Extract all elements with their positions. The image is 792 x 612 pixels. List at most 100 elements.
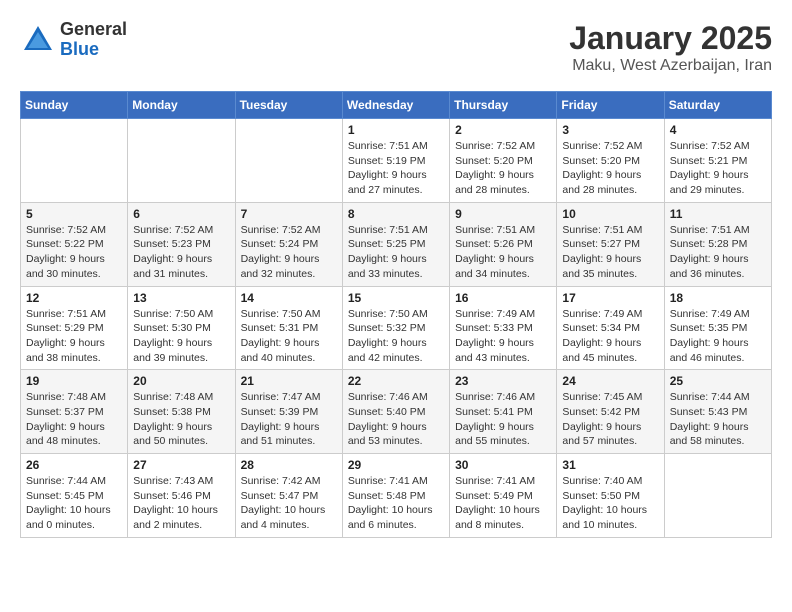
calendar-cell	[128, 119, 235, 203]
day-detail: Sunrise: 7:42 AM Sunset: 5:47 PM Dayligh…	[241, 474, 337, 533]
day-detail: Sunrise: 7:47 AM Sunset: 5:39 PM Dayligh…	[241, 390, 337, 449]
calendar-cell: 13 Sunrise: 7:50 AM Sunset: 5:30 PM Dayli…	[128, 286, 235, 370]
day-detail: Sunrise: 7:52 AM Sunset: 5:23 PM Dayligh…	[133, 223, 229, 282]
logo-icon	[20, 22, 56, 58]
day-number: 15	[348, 291, 444, 305]
calendar-cell: 6 Sunrise: 7:52 AM Sunset: 5:23 PM Daylig…	[128, 202, 235, 286]
day-number: 16	[455, 291, 551, 305]
day-detail: Sunrise: 7:43 AM Sunset: 5:46 PM Dayligh…	[133, 474, 229, 533]
calendar-cell: 30Sunrise: 7:41 AM Sunset: 5:49 PM Dayli…	[450, 454, 557, 538]
day-detail: Sunrise: 7:44 AM Sunset: 5:43 PM Dayligh…	[670, 390, 766, 449]
day-number: 6	[133, 207, 229, 221]
day-detail: Sunrise: 7:41 AM Sunset: 5:48 PM Dayligh…	[348, 474, 444, 533]
day-detail: Sunrise: 7:40 AM Sunset: 5:50 PM Dayligh…	[562, 474, 658, 533]
calendar-cell: 14Sunrise: 7:50 AM Sunset: 5:31 PM Dayli…	[235, 286, 342, 370]
logo-general: General	[60, 20, 127, 40]
day-detail: Sunrise: 7:52 AM Sunset: 5:21 PM Dayligh…	[670, 139, 766, 198]
calendar-cell	[235, 119, 342, 203]
day-detail: Sunrise: 7:51 AM Sunset: 5:19 PM Dayligh…	[348, 139, 444, 198]
calendar-subtitle: Maku, West Azerbaijan, Iran	[569, 57, 772, 75]
day-number: 26	[26, 458, 122, 472]
calendar-cell: 20 Sunrise: 7:48 AM Sunset: 5:38 PM Dayli…	[128, 370, 235, 454]
day-number: 12	[26, 291, 122, 305]
day-number: 8	[348, 207, 444, 221]
day-detail: Sunrise: 7:51 AM Sunset: 5:27 PM Dayligh…	[562, 223, 658, 282]
calendar-cell: 29 Sunrise: 7:41 AM Sunset: 5:48 PM Dayli…	[342, 454, 449, 538]
weekday-header-sunday: Sunday	[21, 92, 128, 119]
day-number: 1	[348, 123, 444, 137]
calendar-cell: 18 Sunrise: 7:49 AM Sunset: 5:35 PM Dayli…	[664, 286, 771, 370]
day-number: 13	[133, 291, 229, 305]
day-detail: Sunrise: 7:51 AM Sunset: 5:28 PM Dayligh…	[670, 223, 766, 282]
weekday-header-tuesday: Tuesday	[235, 92, 342, 119]
day-detail: Sunrise: 7:49 AM Sunset: 5:35 PM Dayligh…	[670, 307, 766, 366]
page-header: General Blue January 2025 Maku, West Aze…	[20, 20, 772, 75]
day-number: 18	[670, 291, 766, 305]
day-detail: Sunrise: 7:48 AM Sunset: 5:38 PM Dayligh…	[133, 390, 229, 449]
calendar-cell: 25Sunrise: 7:44 AM Sunset: 5:43 PM Dayli…	[664, 370, 771, 454]
logo: General Blue	[20, 20, 127, 60]
weekday-header-friday: Friday	[557, 92, 664, 119]
day-detail: Sunrise: 7:52 AM Sunset: 5:22 PM Dayligh…	[26, 223, 122, 282]
day-detail: Sunrise: 7:52 AM Sunset: 5:20 PM Dayligh…	[562, 139, 658, 198]
calendar-cell: 26 Sunrise: 7:44 AM Sunset: 5:45 PM Dayli…	[21, 454, 128, 538]
calendar-cell: 21Sunrise: 7:47 AM Sunset: 5:39 PM Dayli…	[235, 370, 342, 454]
day-number: 2	[455, 123, 551, 137]
day-detail: Sunrise: 7:50 AM Sunset: 5:32 PM Dayligh…	[348, 307, 444, 366]
calendar-cell: 22 Sunrise: 7:46 AM Sunset: 5:40 PM Dayli…	[342, 370, 449, 454]
day-detail: Sunrise: 7:52 AM Sunset: 5:24 PM Dayligh…	[241, 223, 337, 282]
calendar-cell: 5 Sunrise: 7:52 AM Sunset: 5:22 PM Daylig…	[21, 202, 128, 286]
logo-text: General Blue	[60, 20, 127, 60]
day-number: 22	[348, 374, 444, 388]
calendar-cell: 23Sunrise: 7:46 AM Sunset: 5:41 PM Dayli…	[450, 370, 557, 454]
weekday-header-monday: Monday	[128, 92, 235, 119]
day-detail: Sunrise: 7:51 AM Sunset: 5:25 PM Dayligh…	[348, 223, 444, 282]
day-number: 29	[348, 458, 444, 472]
week-row-1: 1 Sunrise: 7:51 AM Sunset: 5:19 PM Daylig…	[21, 119, 772, 203]
day-number: 3	[562, 123, 658, 137]
week-row-4: 19Sunrise: 7:48 AM Sunset: 5:37 PM Dayli…	[21, 370, 772, 454]
weekday-header-saturday: Saturday	[664, 92, 771, 119]
day-detail: Sunrise: 7:46 AM Sunset: 5:40 PM Dayligh…	[348, 390, 444, 449]
day-number: 27	[133, 458, 229, 472]
day-number: 20	[133, 374, 229, 388]
day-number: 30	[455, 458, 551, 472]
weekday-header-wednesday: Wednesday	[342, 92, 449, 119]
week-row-2: 5 Sunrise: 7:52 AM Sunset: 5:22 PM Daylig…	[21, 202, 772, 286]
calendar-cell: 11Sunrise: 7:51 AM Sunset: 5:28 PM Dayli…	[664, 202, 771, 286]
weekday-header-row: SundayMondayTuesdayWednesdayThursdayFrid…	[21, 92, 772, 119]
calendar-cell: 9 Sunrise: 7:51 AM Sunset: 5:26 PM Daylig…	[450, 202, 557, 286]
calendar-cell: 31 Sunrise: 7:40 AM Sunset: 5:50 PM Dayli…	[557, 454, 664, 538]
calendar-cell: 10Sunrise: 7:51 AM Sunset: 5:27 PM Dayli…	[557, 202, 664, 286]
calendar-title: January 2025	[569, 20, 772, 57]
day-detail: Sunrise: 7:50 AM Sunset: 5:30 PM Dayligh…	[133, 307, 229, 366]
calendar-cell: 16 Sunrise: 7:49 AM Sunset: 5:33 PM Dayli…	[450, 286, 557, 370]
day-detail: Sunrise: 7:52 AM Sunset: 5:20 PM Dayligh…	[455, 139, 551, 198]
calendar-table: SundayMondayTuesdayWednesdayThursdayFrid…	[20, 91, 772, 538]
calendar-cell: 1 Sunrise: 7:51 AM Sunset: 5:19 PM Daylig…	[342, 119, 449, 203]
day-number: 5	[26, 207, 122, 221]
calendar-cell	[664, 454, 771, 538]
calendar-cell: 15 Sunrise: 7:50 AM Sunset: 5:32 PM Dayli…	[342, 286, 449, 370]
day-number: 14	[241, 291, 337, 305]
day-detail: Sunrise: 7:51 AM Sunset: 5:26 PM Dayligh…	[455, 223, 551, 282]
calendar-cell: 24Sunrise: 7:45 AM Sunset: 5:42 PM Dayli…	[557, 370, 664, 454]
day-detail: Sunrise: 7:49 AM Sunset: 5:33 PM Dayligh…	[455, 307, 551, 366]
day-number: 19	[26, 374, 122, 388]
day-number: 17	[562, 291, 658, 305]
calendar-cell: 19Sunrise: 7:48 AM Sunset: 5:37 PM Dayli…	[21, 370, 128, 454]
day-number: 28	[241, 458, 337, 472]
calendar-cell: 4 Sunrise: 7:52 AM Sunset: 5:21 PM Daylig…	[664, 119, 771, 203]
day-number: 9	[455, 207, 551, 221]
day-number: 4	[670, 123, 766, 137]
calendar-cell: 28 Sunrise: 7:42 AM Sunset: 5:47 PM Dayli…	[235, 454, 342, 538]
day-detail: Sunrise: 7:49 AM Sunset: 5:34 PM Dayligh…	[562, 307, 658, 366]
day-number: 24	[562, 374, 658, 388]
calendar-cell	[21, 119, 128, 203]
calendar-cell: 3 Sunrise: 7:52 AM Sunset: 5:20 PM Daylig…	[557, 119, 664, 203]
day-number: 31	[562, 458, 658, 472]
calendar-cell: 8 Sunrise: 7:51 AM Sunset: 5:25 PM Daylig…	[342, 202, 449, 286]
title-block: January 2025 Maku, West Azerbaijan, Iran	[569, 20, 772, 75]
weekday-header-thursday: Thursday	[450, 92, 557, 119]
day-detail: Sunrise: 7:44 AM Sunset: 5:45 PM Dayligh…	[26, 474, 122, 533]
